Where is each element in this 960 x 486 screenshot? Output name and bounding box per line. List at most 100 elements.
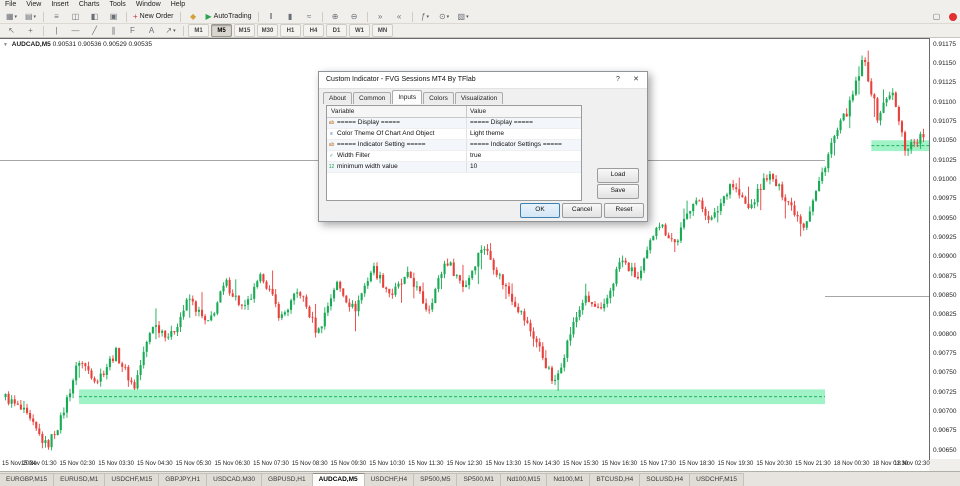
symbol-tab-gbpusd-h1[interactable]: GBPUSD,H1	[262, 473, 313, 486]
symbol-tab-gbpjpy-h1[interactable]: GBPJPY,H1	[159, 473, 208, 486]
auto-scroll-button[interactable]: »	[372, 10, 389, 24]
symbol-tab-usdchf-m15[interactable]: USDCHF,M15	[105, 473, 160, 486]
timeframe-mn-button[interactable]: MN	[372, 24, 393, 37]
bar-chart-button[interactable]: ‖	[263, 10, 280, 24]
cursor-button[interactable]: ↖	[3, 24, 20, 38]
line-chart-button[interactable]: ≈	[301, 10, 318, 24]
cancel-button[interactable]: Cancel	[562, 203, 602, 218]
symbol-tab-nd100-m15[interactable]: Nd100,M15	[500, 473, 548, 486]
symbol-tab-eurusd-m1[interactable]: EURUSD,M1	[54, 473, 106, 486]
metaeditor-button[interactable]: ◆	[185, 10, 202, 24]
symbol-tab-usdcad-m30[interactable]: USDCAD,M30	[207, 473, 263, 486]
vertical-line-button[interactable]: |	[48, 24, 65, 38]
symbol-tab-eurgbp-m15[interactable]: EURGBP,M15	[0, 473, 55, 486]
templates-button[interactable]: ▧ ▾	[455, 10, 472, 24]
zoom-in-icon: ⊕	[331, 11, 339, 21]
inputs-table[interactable]: Variable Value ab ===== Display ===== ====…	[326, 105, 582, 201]
dialog-tab-strip: About Common Inputs Colors Visualization	[323, 90, 504, 104]
zoom-in-button[interactable]: ⊕	[327, 10, 344, 24]
time-tick-label: 15 Nov 13:30	[485, 461, 522, 467]
input-variable-value[interactable]: 10	[467, 162, 581, 172]
symbol-tab-usdchf-m15[interactable]: USDCHF,M15	[690, 473, 744, 486]
indicators-icon: ƒ	[421, 11, 426, 21]
price-axis[interactable]: 0.91175 0.91150 0.91125 0.91100 0.91075 0.910…	[930, 38, 960, 459]
input-row[interactable]: ≡ Color Theme Of Chart And Object Light th…	[327, 129, 581, 140]
new-chart-button[interactable]: ▦ ▾	[3, 10, 20, 24]
reset-button[interactable]: Reset	[604, 203, 644, 218]
timeframe-d1-button[interactable]: D1	[326, 24, 347, 37]
timeframe-h4-button[interactable]: H4	[303, 24, 324, 37]
input-variable-value[interactable]: ===== Indicator Settings =====	[467, 140, 581, 150]
price-tick-label: 0.90725	[933, 388, 957, 396]
profiles-icon: ▤	[24, 11, 33, 21]
symbol-tab-audcad-m5[interactable]: AUDCAD,M5	[312, 473, 365, 486]
fibonacci-button[interactable]: F	[124, 24, 141, 38]
crosshair-button[interactable]: +	[22, 24, 39, 38]
menu-help[interactable]: Help	[166, 0, 190, 10]
symbol-tab-sp500-m5[interactable]: SP500,M5	[414, 473, 458, 486]
arrows-icon: ↗	[165, 25, 173, 35]
dialog-titlebar[interactable]: Custom Indicator - FVG Sessions MT4 By T…	[319, 72, 647, 89]
tab-inputs[interactable]: Inputs	[392, 90, 423, 104]
autotrading-button[interactable]: ▶ AutoTrading	[204, 10, 254, 24]
terminal-button[interactable]: ▣	[105, 10, 122, 24]
zoom-out-button[interactable]: ⊖	[346, 10, 363, 24]
timeframe-h1-button[interactable]: H1	[280, 24, 301, 37]
menu-tools[interactable]: Tools	[104, 0, 130, 10]
symbol-tab-btcusd-h4[interactable]: BTCUSD,H4	[590, 473, 641, 486]
time-tick-label: 15 Nov 16:30	[601, 461, 638, 467]
tab-colors[interactable]: Colors	[423, 92, 454, 104]
candlestick-chart-button[interactable]: ▮	[282, 10, 299, 24]
periods-button[interactable]: ⊙ ▾	[436, 10, 453, 24]
symbol-tab-solusd-h4[interactable]: SOLUSD,H4	[640, 473, 691, 486]
input-variable-value[interactable]: ===== Display =====	[467, 118, 581, 128]
input-row[interactable]: ab ===== Display ===== ===== Display =====	[327, 118, 581, 129]
market-watch-button[interactable]: ≡	[48, 10, 65, 24]
save-button[interactable]: Save	[597, 184, 639, 199]
tab-common[interactable]: Common	[353, 92, 392, 104]
tab-visualization[interactable]: Visualization	[454, 92, 504, 104]
alert-badge-icon[interactable]	[949, 13, 957, 21]
time-tick-label: 15 Nov 21:30	[795, 461, 831, 467]
channel-button[interactable]: ∥	[105, 24, 122, 38]
menu-view[interactable]: View	[21, 0, 46, 10]
input-row[interactable]: ✓ Width Filter true	[327, 151, 581, 162]
input-row[interactable]: 12 minimum width value 10	[327, 162, 581, 173]
text-button[interactable]: A	[143, 24, 160, 38]
chart-shift-button[interactable]: «	[391, 10, 408, 24]
symbol-tab-sp500-m1[interactable]: SP500,M1	[457, 473, 501, 486]
trendline-button[interactable]: ╱	[86, 24, 103, 38]
tab-about[interactable]: About	[323, 92, 352, 104]
input-row[interactable]: ab ===== Indicator Setting ===== ===== Ind…	[327, 140, 581, 151]
menu-file[interactable]: File	[0, 0, 21, 10]
arrows-button[interactable]: ↗ ▾	[162, 24, 179, 38]
timeframe-w1-button[interactable]: W1	[349, 24, 370, 37]
bar-chart-icon: ‖	[269, 11, 273, 21]
time-axis[interactable]: 15 Nov 2024 15 Nov 01:30 15 Nov 02:30 15 No…	[0, 459, 930, 471]
navigator-button[interactable]: ◧	[86, 10, 103, 24]
menu-charts[interactable]: Charts	[74, 0, 105, 10]
profiles-button[interactable]: ▤ ▾	[22, 10, 39, 24]
new-order-button[interactable]: + New Order	[131, 10, 176, 24]
load-button[interactable]: Load	[597, 168, 639, 183]
menu-insert[interactable]: Insert	[46, 0, 74, 10]
dialog-close-icon[interactable]: ✕	[627, 72, 645, 88]
one-click-trading-icon[interactable]: ▼	[3, 42, 8, 48]
indicators-button[interactable]: ƒ ▾	[417, 10, 434, 24]
timeframe-m15-button[interactable]: M15	[234, 24, 255, 37]
timeframe-m30-button[interactable]: M30	[257, 24, 278, 37]
horizontal-line-button[interactable]: —	[67, 24, 84, 38]
timeframe-m1-button[interactable]: M1	[188, 24, 209, 37]
symbol-tab-usdchf-h4[interactable]: USDCHF,H4	[364, 473, 415, 486]
timeframe-m5-button[interactable]: M5	[211, 24, 232, 37]
data-window-button[interactable]: ◫	[67, 10, 84, 24]
window-button[interactable]: ▢	[928, 10, 945, 24]
menu-window[interactable]: Window	[131, 0, 166, 10]
input-variable-value[interactable]: true	[467, 151, 581, 161]
symbol-tab-nd100-m1[interactable]: Nd100,M1	[547, 473, 591, 486]
dialog-help-button[interactable]: ?	[609, 72, 627, 88]
price-tick-label: 0.91175	[933, 40, 957, 48]
input-variable-value[interactable]: Light theme	[467, 129, 581, 139]
time-tick-label: 15 Nov 11:30	[408, 461, 444, 467]
ok-button[interactable]: OK	[520, 203, 560, 218]
